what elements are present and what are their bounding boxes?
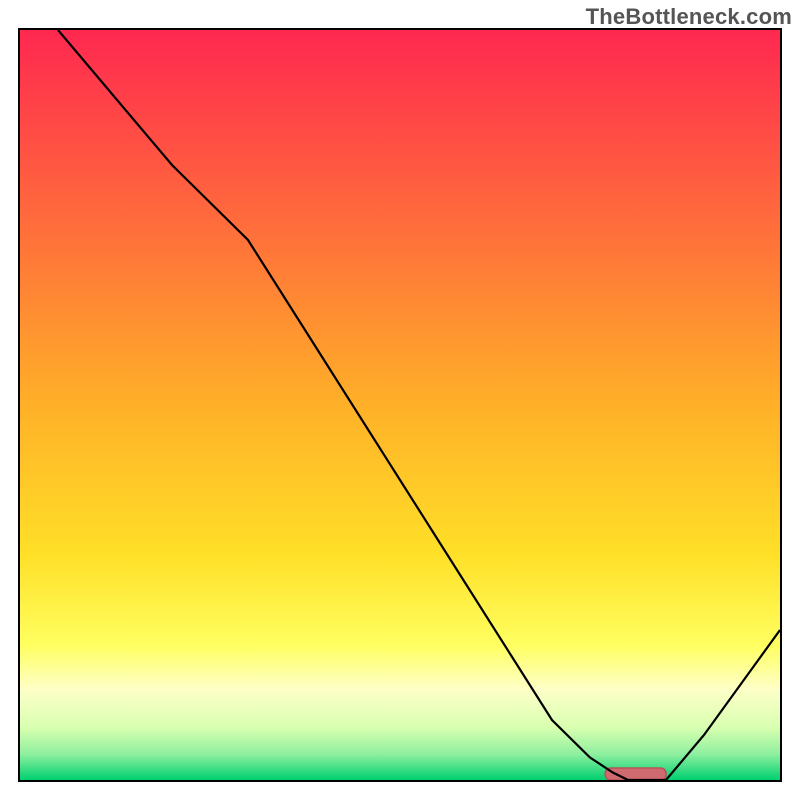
plot-svg [20, 30, 780, 780]
gradient-background [20, 30, 780, 780]
figure: TheBottleneck.com [0, 0, 800, 800]
plot-area [18, 28, 782, 782]
watermark-text: TheBottleneck.com [586, 4, 792, 30]
